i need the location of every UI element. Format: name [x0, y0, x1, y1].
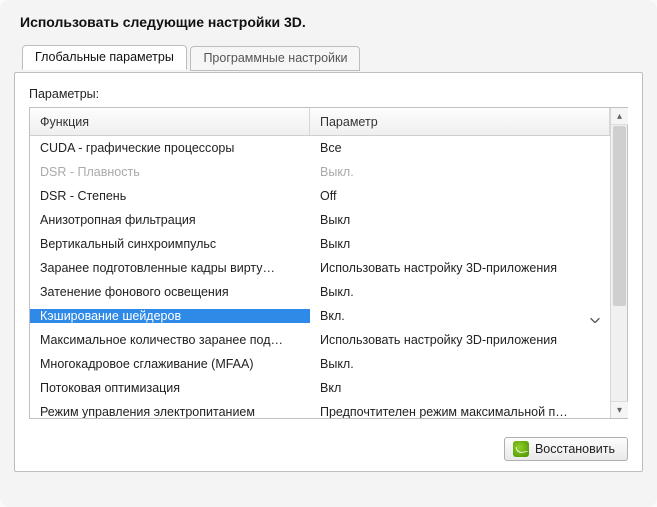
row-function-label: DSR - Плавность: [30, 165, 310, 179]
restore-button-label: Восстановить: [535, 442, 615, 456]
table-row[interactable]: Многокадровое сглаживание (MFAA)Выкл.: [30, 352, 610, 376]
tab-global[interactable]: Глобальные параметры: [22, 45, 187, 70]
row-parameter-value: Использовать настройку 3D-приложения: [310, 261, 610, 275]
row-parameter-value: Предпочтителен режим максимальной п…: [310, 405, 610, 418]
row-parameter-value: Выкл: [310, 237, 610, 251]
table-row[interactable]: Вертикальный синхроимпульсВыкл: [30, 232, 610, 256]
row-function-label: Режим управления электропитанием: [30, 405, 310, 418]
row-function-label: Вертикальный синхроимпульс: [30, 237, 310, 251]
row-function-label: CUDA - графические процессоры: [30, 141, 310, 155]
scroll-thumb[interactable]: [613, 126, 626, 306]
row-parameter-value: Вкл: [310, 381, 610, 395]
section-label: Параметры:: [29, 87, 628, 101]
table-row[interactable]: Режим управления электропитаниемПредпочт…: [30, 400, 610, 418]
table-row[interactable]: DSR - ПлавностьВыкл.: [30, 160, 610, 184]
column-header-function[interactable]: Функция: [30, 108, 310, 135]
grid-rows: CUDA - графические процессорыВсеDSR - Пл…: [30, 136, 610, 418]
page-title: Использовать следующие настройки 3D.: [20, 14, 643, 30]
row-parameter-value: Выкл.: [310, 165, 610, 179]
scroll-up-button[interactable]: ▴: [611, 108, 628, 125]
row-parameter-value: Все: [310, 141, 610, 155]
row-function-label: DSR - Степень: [30, 189, 310, 203]
column-header-parameter[interactable]: Параметр: [310, 108, 610, 135]
table-row[interactable]: Заранее подготовленные кадры вирту…Испол…: [30, 256, 610, 280]
row-function-label: Анизотропная фильтрация: [30, 213, 310, 227]
restore-area: Восстановить: [504, 437, 628, 461]
table-row[interactable]: Потоковая оптимизацияВкл: [30, 376, 610, 400]
nvidia-icon: [513, 441, 529, 457]
table-row[interactable]: CUDA - графические процессорыВсе: [30, 136, 610, 160]
chevron-down-icon[interactable]: [588, 313, 602, 323]
row-parameter-value: Выкл: [310, 213, 610, 227]
row-function-label: Максимальное количество заранее под…: [30, 333, 310, 347]
row-parameter-value[interactable]: Вкл.: [310, 309, 610, 323]
table-row[interactable]: Затенение фонового освещенияВыкл.: [30, 280, 610, 304]
table-row[interactable]: DSR - СтепеньOff: [30, 184, 610, 208]
scroll-down-button[interactable]: ▾: [611, 401, 628, 418]
table-row[interactable]: Максимальное количество заранее под…Испо…: [30, 328, 610, 352]
row-function-label: Затенение фонового освещения: [30, 285, 310, 299]
row-parameter-value: Off: [310, 189, 610, 203]
settings-grid: Функция Параметр CUDA - графические проц…: [29, 107, 628, 419]
table-row[interactable]: Анизотропная фильтрацияВыкл: [30, 208, 610, 232]
vertical-scrollbar[interactable]: ▴ ▾: [610, 108, 627, 418]
tab-program[interactable]: Программные настройки: [190, 46, 360, 71]
row-function-label: Потоковая оптимизация: [30, 381, 310, 395]
grid-header: Функция Параметр: [30, 108, 610, 136]
row-parameter-value: Выкл.: [310, 285, 610, 299]
row-function-label: Многокадровое сглаживание (MFAA): [30, 357, 310, 371]
row-function-label: Заранее подготовленные кадры вирту…: [30, 261, 310, 275]
tabstrip: Глобальные параметры Программные настрой…: [22, 44, 643, 72]
row-parameter-value: Выкл.: [310, 357, 610, 371]
row-parameter-value: Использовать настройку 3D-приложения: [310, 333, 610, 347]
table-row[interactable]: Кэширование шейдеровВкл.: [30, 304, 610, 328]
restore-button[interactable]: Восстановить: [504, 437, 628, 461]
tab-body: Параметры: Функция Параметр CUDA - графи…: [14, 72, 643, 472]
settings-panel: Использовать следующие настройки 3D. Гло…: [0, 0, 657, 507]
row-function-label: Кэширование шейдеров: [30, 309, 310, 323]
